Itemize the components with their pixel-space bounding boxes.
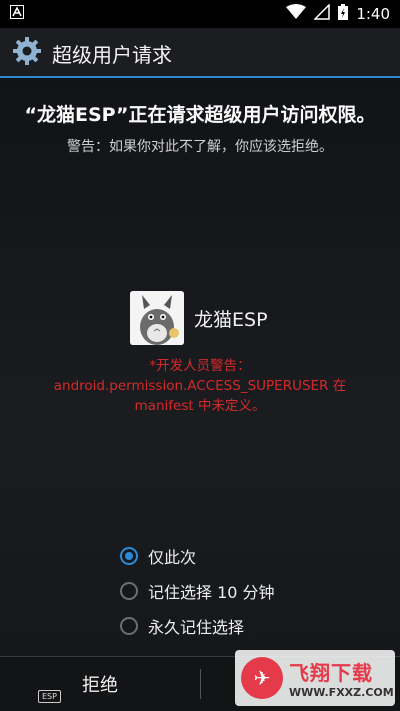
esp-badge: ESP bbox=[38, 690, 61, 703]
developer-warning-line: android.permission.ACCESS_SUPERUSER 在 bbox=[53, 378, 347, 394]
app-name: 龙猫ESP bbox=[194, 308, 268, 331]
site-watermark: ✈ 飞翔下载 WWW.FXXZ.COM bbox=[235, 650, 395, 706]
option-label: 永久记住选择 bbox=[148, 617, 245, 637]
developer-warning-line: *开发人员警告： bbox=[149, 358, 251, 374]
battery-charging-icon bbox=[338, 4, 349, 24]
option-10-minutes[interactable]: 记住选择 10 分钟 bbox=[120, 573, 275, 608]
watermark-title: 飞翔下载 bbox=[289, 661, 373, 685]
deny-button[interactable]: 拒绝 bbox=[0, 657, 200, 711]
page-title: 超级用户请求 bbox=[52, 42, 172, 67]
security-warning: 警告：如果你对此不了解，你应该选拒绝。 bbox=[67, 139, 333, 155]
option-once[interactable]: 仅此次 bbox=[120, 538, 275, 573]
status-time: 1:40 bbox=[356, 5, 390, 23]
notification-a-icon bbox=[10, 5, 24, 23]
app-info: 龙猫ESP bbox=[130, 291, 268, 345]
app-icon bbox=[130, 291, 184, 345]
radio-button-checked[interactable] bbox=[120, 546, 138, 565]
option-label: 仅此次 bbox=[148, 547, 197, 567]
signal-icon bbox=[313, 3, 331, 24]
gear-icon bbox=[12, 36, 42, 70]
request-dialog: “龙猫ESP”正在请求超级用户访问权限。 警告：如果你对此不了解，你应该选拒绝。… bbox=[0, 78, 400, 656]
developer-warning: *开发人员警告： android.permission.ACCESS_SUPER… bbox=[0, 356, 400, 416]
request-heading: “龙猫ESP”正在请求超级用户访问权限。 bbox=[24, 104, 376, 126]
option-forever[interactable]: 永久记住选择 bbox=[120, 608, 275, 643]
radio-button[interactable] bbox=[120, 581, 138, 600]
option-label: 记住选择 10 分钟 bbox=[148, 582, 275, 602]
developer-warning-line: manifest 中未定义。 bbox=[134, 398, 266, 414]
radio-button[interactable] bbox=[120, 616, 138, 635]
watermark-logo-icon: ✈ bbox=[241, 657, 283, 699]
watermark-url: WWW.FXXZ.COM bbox=[289, 686, 394, 699]
status-bar: 1:40 bbox=[0, 0, 400, 28]
remember-options: 仅此次 记住选择 10 分钟 永久记住选择 bbox=[120, 538, 275, 643]
wifi-icon bbox=[286, 4, 307, 24]
action-bar: 超级用户请求 bbox=[0, 28, 400, 78]
